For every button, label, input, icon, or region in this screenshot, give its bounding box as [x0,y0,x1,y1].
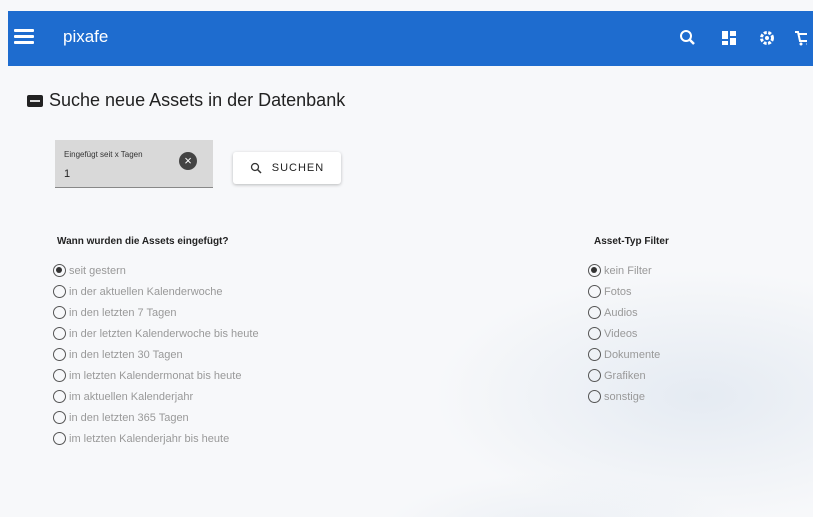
radio-button[interactable] [53,327,66,340]
search-icon [250,162,262,174]
radio-label: in den letzten 30 Tagen [69,348,183,361]
radio-label: in den letzten 7 Tagen [69,306,177,319]
time-option[interactable]: im letzten Kalenderjahr bis heute [53,428,259,449]
radio-button[interactable] [588,369,601,382]
radio-button[interactable] [53,285,66,298]
search-button[interactable]: SUCHEN [233,152,341,184]
type-option[interactable]: Grafiken [588,365,660,386]
dashboard-icon[interactable] [719,28,739,48]
type-option[interactable]: Audios [588,302,660,323]
radio-button[interactable] [588,327,601,340]
days-field[interactable]: Eingefügt seit x Tagen × [55,140,213,188]
radio-label: seit gestern [69,264,126,277]
clear-icon[interactable]: × [179,152,197,170]
radio-button[interactable] [53,348,66,361]
radio-button[interactable] [53,390,66,403]
radio-button[interactable] [53,369,66,382]
page-title-text: Suche neue Assets in der Datenbank [49,90,346,110]
time-option[interactable]: in der letzten Kalenderwoche bis heute [53,323,259,344]
radio-label: im letzten Kalendermonat bis heute [69,369,242,382]
radio-label: in der aktuellen Kalenderwoche [69,285,223,298]
type-group-title: Asset-Typ Filter [594,236,669,247]
radio-label: im letzten Kalenderjahr bis heute [69,432,230,445]
app-bar: pixafe [8,11,813,66]
radio-button[interactable] [53,432,66,445]
radio-label: Dokumente [604,348,661,361]
radio-button[interactable] [588,390,601,403]
time-option[interactable]: in der aktuellen Kalenderwoche [53,281,259,302]
cart-icon[interactable] [793,28,807,48]
new-icon [27,94,43,107]
type-option[interactable]: Fotos [588,281,660,302]
radio-button[interactable] [588,264,601,277]
radio-label: Grafiken [604,369,646,382]
radio-label: Videos [604,327,638,340]
days-field-label: Eingefügt seit x Tagen [64,150,143,159]
search-icon[interactable] [678,28,698,48]
radio-button[interactable] [53,264,66,277]
type-option[interactable]: Dokumente [588,344,660,365]
time-option[interactable]: in den letzten 30 Tagen [53,344,259,365]
radio-button[interactable] [588,306,601,319]
radio-label: in den letzten 365 Tagen [69,411,189,424]
time-option[interactable]: in den letzten 365 Tagen [53,407,259,428]
type-option[interactable]: kein Filter [588,260,660,281]
radio-label: Audios [604,306,638,319]
type-options: kein Filter Fotos Audios Videos Dokumente Gra… [588,260,660,407]
days-input[interactable] [64,168,174,180]
app-brand: pixafe [63,27,109,46]
radio-button[interactable] [53,306,66,319]
time-option[interactable]: in den letzten 7 Tagen [53,302,259,323]
radio-button[interactable] [53,411,66,424]
radio-button[interactable] [588,348,601,361]
time-option[interactable]: im aktuellen Kalenderjahr [53,386,259,407]
time-group-title: Wann wurden die Assets eingefügt? [57,236,229,247]
radio-label: Fotos [604,285,632,298]
radio-button[interactable] [588,285,601,298]
time-option[interactable]: im letzten Kalendermonat bis heute [53,365,259,386]
radio-label: kein Filter [604,264,652,277]
search-button-label: SUCHEN [271,162,325,174]
menu-icon[interactable] [14,29,34,47]
radio-label: im aktuellen Kalenderjahr [69,390,194,403]
settings-icon[interactable] [757,28,777,48]
type-option[interactable]: Videos [588,323,660,344]
time-option[interactable]: seit gestern [53,260,259,281]
time-options: seit gestern in der aktuellen Kalenderwoc… [53,260,259,449]
radio-label: sonstige [604,390,645,403]
radio-label: in der letzten Kalenderwoche bis heute [69,327,259,340]
page-title: Suche neue Assets in der Datenbank [27,90,345,111]
type-option[interactable]: sonstige [588,386,660,407]
